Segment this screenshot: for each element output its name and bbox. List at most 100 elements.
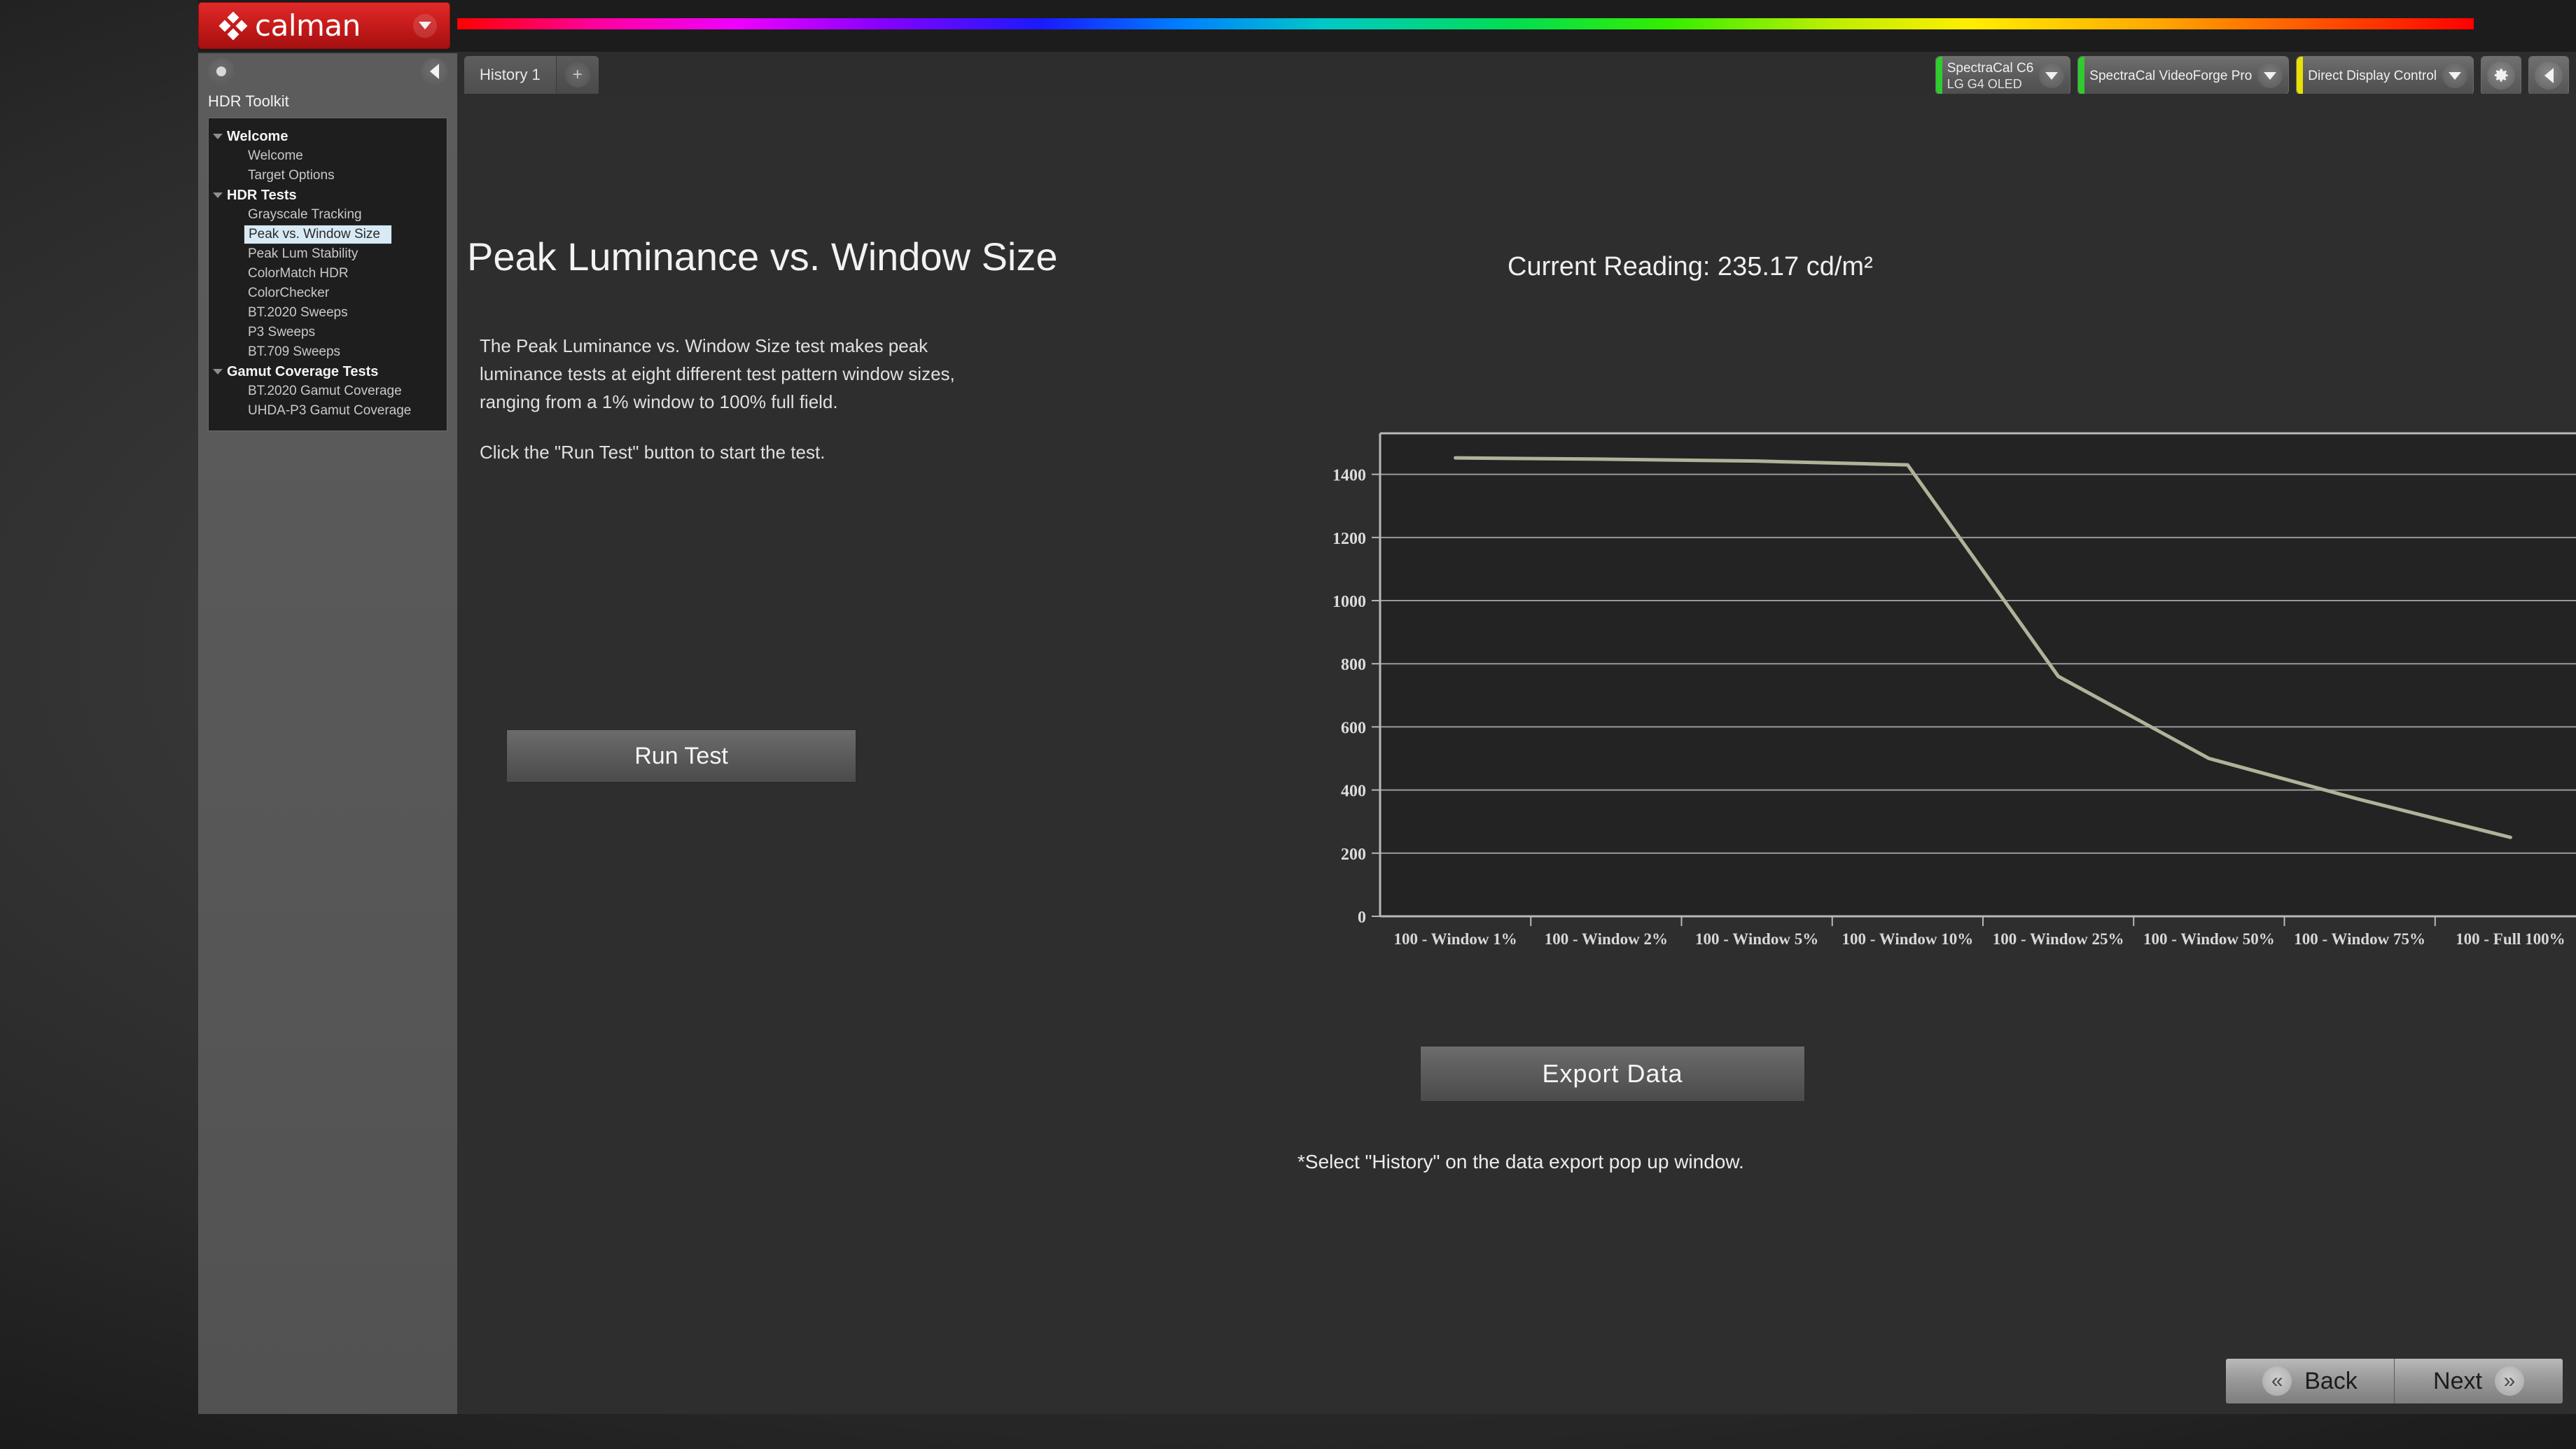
sidebar-item-peak-lum-stability[interactable]: Peak Lum Stability bbox=[209, 244, 447, 264]
export-data-button[interactable]: Export Data bbox=[1420, 1046, 1805, 1102]
sidebar-item-colorchecker[interactable]: ColorChecker bbox=[209, 284, 447, 303]
sidebar-item-label: ColorChecker bbox=[248, 286, 330, 300]
chart-svg: 0 200 400 600 800 1000 1200 1400 100 - Window 1%… bbox=[1332, 432, 2576, 948]
desktop-background: calman History 1 + SpectraCal C6 LG G4 O… bbox=[0, 0, 2576, 1449]
tab-history-1[interactable]: History 1 bbox=[464, 56, 557, 94]
panel-collapse-button[interactable] bbox=[2528, 56, 2569, 95]
add-tab-button[interactable]: + bbox=[556, 56, 599, 94]
sidebar-item-label: Grayscale Tracking bbox=[248, 207, 362, 222]
status-indicator-display-control bbox=[2297, 57, 2304, 94]
sidebar-item-target-options[interactable]: Target Options bbox=[209, 166, 447, 186]
svg-text:100 - Window 10%: 100 - Window 10% bbox=[1842, 930, 1974, 948]
device-toolbar: SpectraCal C6 LG G4 OLED SpectraCal Vide… bbox=[1935, 56, 2569, 95]
svg-text:1000: 1000 bbox=[1332, 593, 1366, 611]
chevron-down-icon[interactable] bbox=[413, 13, 437, 38]
gear-icon bbox=[2487, 62, 2515, 90]
sidebar-item-label: BT.709 Sweeps bbox=[248, 344, 341, 359]
svg-text:100 - Full 100%: 100 - Full 100% bbox=[2456, 930, 2565, 948]
device-meter-dropdown[interactable]: SpectraCal C6 LG G4 OLED bbox=[1935, 56, 2071, 95]
svg-text:100 - Window 2%: 100 - Window 2% bbox=[1545, 930, 1668, 948]
sidebar-item-label: P3 Sweeps bbox=[248, 325, 316, 340]
back-label: Back bbox=[2304, 1367, 2358, 1394]
next-button[interactable]: Next » bbox=[2394, 1359, 2563, 1404]
chevron-down-icon[interactable] bbox=[2039, 63, 2065, 88]
back-button[interactable]: « Back bbox=[2226, 1359, 2394, 1404]
sidebar-item-p3-sweeps[interactable]: P3 Sweeps bbox=[209, 323, 447, 342]
brand-name: calman bbox=[255, 8, 361, 43]
peak-luminance-chart: 0 200 400 600 800 1000 1200 1400 100 - Window 1%… bbox=[1304, 426, 2576, 979]
sidebar-item-label: ColorMatch HDR bbox=[248, 266, 349, 281]
sidebar-item-bt2020-gamut-coverage[interactable]: BT.2020 Gamut Coverage bbox=[209, 382, 447, 401]
tree-group-label: Gamut Coverage Tests bbox=[227, 363, 379, 379]
settings-button[interactable] bbox=[2481, 56, 2521, 95]
sidebar-item-label: Target Options bbox=[248, 168, 335, 183]
status-indicator-source bbox=[2078, 57, 2085, 94]
tree-group-hdr-tests[interactable]: HDR Tests bbox=[209, 186, 447, 205]
sidebar-item-label: BT.2020 Gamut Coverage bbox=[248, 384, 402, 398]
status-indicator-meter bbox=[1935, 57, 1942, 94]
plus-icon: + bbox=[564, 62, 590, 88]
chevron-double-right-icon: » bbox=[2494, 1366, 2524, 1396]
tab-group: History 1 + bbox=[464, 56, 599, 94]
device-display-control-dropdown[interactable]: Direct Display Control bbox=[2296, 56, 2474, 95]
export-footnote: *Select "History" on the data export pop… bbox=[1297, 1151, 1744, 1172]
device-meter-name: SpectraCal C6 bbox=[1947, 60, 2034, 76]
caret-down-icon[interactable] bbox=[209, 192, 227, 198]
next-label: Next bbox=[2433, 1367, 2482, 1394]
sidebar-item-welcome[interactable]: Welcome bbox=[209, 146, 447, 166]
svg-text:1400: 1400 bbox=[1332, 467, 1366, 485]
chevron-double-left-icon: « bbox=[2262, 1366, 2292, 1396]
tree-group-gamut-coverage-tests[interactable]: Gamut Coverage Tests bbox=[209, 362, 447, 382]
svg-text:800: 800 bbox=[1341, 656, 1366, 674]
svg-text:100 - Window 50%: 100 - Window 50% bbox=[2143, 930, 2275, 948]
sidebar-item-colormatch-hdr[interactable]: ColorMatch HDR bbox=[209, 264, 447, 284]
caret-down-icon[interactable] bbox=[209, 369, 227, 374]
device-display-control-name: Direct Display Control bbox=[2308, 68, 2437, 83]
test-description: The Peak Luminance vs. Window Size test … bbox=[480, 332, 970, 489]
svg-text:100 - Window 5%: 100 - Window 5% bbox=[1695, 930, 1818, 948]
tab-row: History 1 + SpectraCal C6 LG G4 OLED Spe… bbox=[198, 52, 2576, 95]
svg-text:100 - Window 75%: 100 - Window 75% bbox=[2294, 930, 2425, 948]
sidebar-item-label: Peak Lum Stability bbox=[248, 246, 358, 261]
sidebar-item-uhda-p3-gamut-coverage[interactable]: UHDA-P3 Gamut Coverage bbox=[209, 401, 447, 421]
chevron-down-icon[interactable] bbox=[2442, 63, 2467, 88]
sidebar: HDR Toolkit Welcome Welcome Target Optio… bbox=[198, 53, 457, 1414]
sidebar-item-bt2020-sweeps[interactable]: BT.2020 Sweeps bbox=[209, 303, 447, 323]
svg-text:100 - Window 25%: 100 - Window 25% bbox=[1993, 930, 2124, 948]
calman-application-window: calman History 1 + SpectraCal C6 LG G4 O… bbox=[198, 0, 2576, 1414]
svg-text:1200: 1200 bbox=[1332, 530, 1366, 548]
caret-down-icon[interactable] bbox=[209, 134, 227, 139]
description-paragraph-2: Click the "Run Test" button to start the… bbox=[480, 442, 826, 463]
title-bar: calman bbox=[198, 0, 2576, 52]
sidebar-title: HDR Toolkit bbox=[208, 92, 289, 110]
record-dot-icon[interactable] bbox=[208, 58, 235, 85]
tab-label: History 1 bbox=[480, 66, 541, 83]
wizard-navigation: « Back Next » bbox=[2225, 1358, 2563, 1404]
current-reading-value: Current Reading: 235.17 cd/m² bbox=[1508, 252, 1873, 281]
page-title: Peak Luminance vs. Window Size bbox=[467, 234, 1058, 279]
svg-text:400: 400 bbox=[1341, 783, 1366, 801]
sidebar-item-label: Peak vs. Window Size bbox=[249, 227, 380, 241]
tree-group-label: Welcome bbox=[227, 128, 288, 144]
sidebar-item-grayscale-tracking[interactable]: Grayscale Tracking bbox=[209, 205, 447, 225]
caret-left-icon[interactable] bbox=[421, 58, 447, 85]
workflow-tree: Welcome Welcome Target Options HDR Tests… bbox=[208, 118, 447, 431]
sidebar-item-bt709-sweeps[interactable]: BT.709 Sweeps bbox=[209, 342, 447, 362]
device-source-name: SpectraCal VideoForge Pro bbox=[2089, 68, 2253, 83]
chevron-down-icon[interactable] bbox=[2257, 63, 2283, 88]
run-test-button[interactable]: Run Test bbox=[506, 729, 856, 783]
sidebar-header bbox=[198, 53, 457, 90]
run-test-label: Run Test bbox=[634, 742, 728, 769]
device-meter-display: LG G4 OLED bbox=[1947, 76, 2022, 91]
svg-text:100 - Window 1%: 100 - Window 1% bbox=[1394, 930, 1517, 948]
tree-group-welcome[interactable]: Welcome bbox=[209, 127, 447, 146]
sidebar-item-peak-vs-window-size[interactable]: Peak vs. Window Size bbox=[244, 225, 392, 244]
description-paragraph-1: The Peak Luminance vs. Window Size test … bbox=[480, 335, 955, 412]
sidebar-item-label: UHDA-P3 Gamut Coverage bbox=[248, 403, 412, 418]
device-pattern-source-dropdown[interactable]: SpectraCal VideoForge Pro bbox=[2077, 56, 2290, 95]
svg-text:0: 0 bbox=[1358, 909, 1366, 927]
spectrum-gradient-bar bbox=[457, 18, 2474, 29]
sidebar-item-label: Welcome bbox=[248, 148, 303, 163]
calman-logo-button[interactable]: calman bbox=[198, 2, 450, 49]
content-pane: Peak Luminance vs. Window Size Current R… bbox=[457, 94, 2576, 1414]
